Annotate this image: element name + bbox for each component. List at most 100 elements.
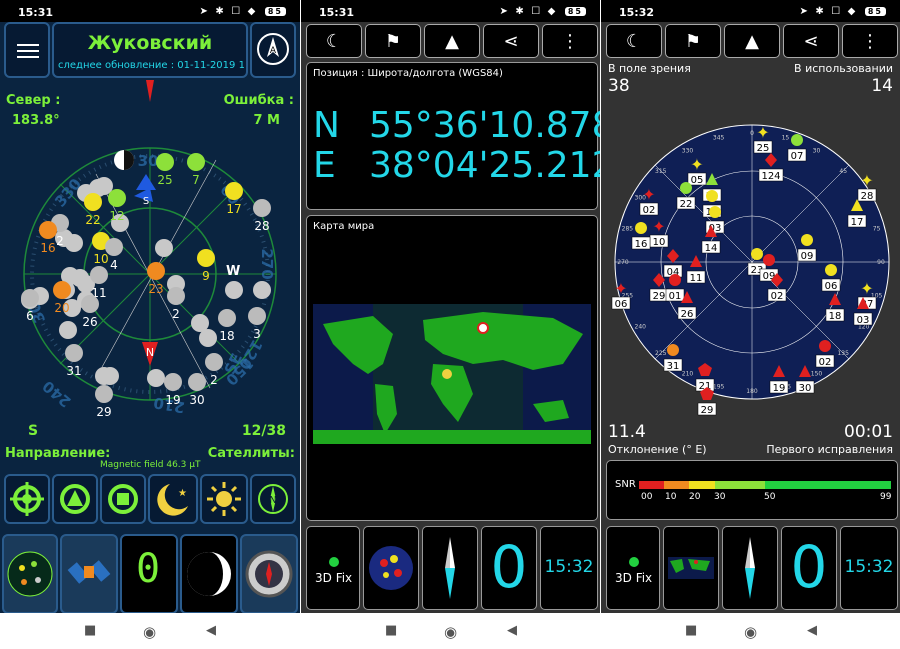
moon-stars-icon: ★ (157, 484, 188, 516)
person-button[interactable]: ⚑ (365, 24, 421, 58)
compass-mode-button[interactable]: A (250, 22, 296, 78)
mini-map-widget[interactable] (363, 526, 419, 610)
ttff-value: 00:01 (844, 422, 893, 442)
compass-needle-icon (445, 537, 455, 599)
satellite-dot (84, 193, 102, 211)
clock-widget[interactable]: 15:32 (840, 526, 898, 610)
satellite-label: 25 (157, 173, 172, 187)
ttff-label: Первого исправления (766, 443, 893, 456)
satellite-label: 2 (172, 307, 180, 321)
clock-widget[interactable]: 15:32 (540, 526, 598, 610)
mini-world-map-icon (668, 557, 714, 579)
satellite-dot (65, 344, 83, 362)
speed-value: 0 (490, 533, 528, 601)
compass-tick-label: 315 (655, 168, 667, 175)
menu-button[interactable] (4, 22, 50, 78)
recents-icon[interactable]: ■ (685, 623, 697, 638)
satellite-label: 14 (705, 243, 718, 254)
svg-text:A: A (270, 46, 277, 56)
compass-needle-widget[interactable] (422, 526, 478, 610)
ring-label: 240 (39, 377, 75, 411)
mini-skymap-icon (369, 546, 413, 590)
home-icon[interactable]: ◉ (444, 623, 457, 641)
widget-strip: 0 (0, 534, 300, 614)
square-target-button[interactable] (100, 474, 146, 524)
sun-button[interactable] (200, 474, 248, 524)
compass-tick-label: 195 (713, 384, 725, 391)
satellite-dot (147, 262, 165, 280)
satellite-widget[interactable] (60, 534, 118, 614)
phone-screen-1: 15:31 ➤ ✱ ☐ ◆ 85 Жуковский следнее обнов… (0, 0, 300, 649)
satellite-label: 29 (96, 405, 111, 418)
person-button[interactable]: ⚑ (665, 24, 721, 58)
satellite-dot (680, 182, 692, 194)
navigate-button[interactable]: ▲ (424, 24, 480, 58)
satellite-dot (225, 182, 243, 200)
snr-tick: 00 (641, 492, 653, 502)
sky-view-chart[interactable]: S N W 3033060270300240210150120SE 257221… (0, 78, 300, 418)
nav-bar: ■ ◉ ◀ (0, 613, 300, 649)
more-button[interactable]: ⋮ (542, 24, 598, 58)
home-icon[interactable]: ◉ (143, 623, 156, 641)
speed-widget[interactable]: 0 (781, 526, 837, 610)
night-mode-button[interactable]: ☾ (606, 24, 662, 58)
compass-widget[interactable] (240, 534, 298, 614)
satellite-dot (635, 222, 647, 234)
world-map-panel[interactable]: Карта мира (306, 215, 598, 521)
back-icon[interactable]: ◀ (206, 623, 216, 638)
satellite-dot (90, 266, 108, 284)
battery-icon: 85 (264, 7, 286, 16)
satellite-label: 16 (40, 241, 55, 255)
triangle-target-button[interactable] (52, 474, 98, 524)
back-icon[interactable]: ◀ (807, 623, 817, 638)
compass-tick-label: 345 (713, 134, 725, 141)
back-icon[interactable]: ◀ (507, 623, 517, 638)
lon-hemisphere: E (313, 145, 336, 186)
satellite-label: 06 (825, 281, 838, 292)
mini-map-widget[interactable] (663, 526, 719, 610)
satellite-label: 02 (819, 357, 832, 368)
satellite-dot (21, 289, 39, 307)
snr-tick: 30 (714, 492, 726, 502)
recents-icon[interactable]: ■ (84, 623, 96, 638)
direction-value: S (28, 423, 39, 439)
location-marker-icon (477, 322, 489, 334)
moon-phase-widget[interactable] (180, 534, 238, 614)
speed-widget[interactable]: 0 (120, 534, 178, 614)
sky-plot[interactable]: 0153045607590105120135150165180195210225… (601, 110, 900, 420)
satellite-dot (105, 238, 123, 256)
satellite-label: 01 (669, 291, 682, 302)
more-button[interactable]: ⋮ (842, 24, 898, 58)
share-button[interactable]: ⋖ (483, 24, 539, 58)
satellite-label: 25 (757, 143, 770, 154)
satellite-dot (667, 344, 679, 356)
navigation-arrow-icon: ▲ (745, 30, 759, 52)
satellite-label: 17 (226, 202, 241, 216)
satellite-dot (39, 221, 57, 239)
satellite-label: 22 (85, 213, 100, 227)
fix-widget[interactable]: 3D Fix (306, 526, 360, 610)
compass-button[interactable]: N (250, 474, 296, 524)
svg-text:★: ★ (178, 488, 187, 499)
home-icon[interactable]: ◉ (744, 623, 757, 641)
satellite-dot: ✦ (860, 279, 873, 298)
compass-needle-widget[interactable] (722, 526, 778, 610)
satellite-label: 7 (192, 173, 200, 187)
moon-night-button[interactable]: ★ (148, 474, 198, 524)
snr-tick: 99 (880, 492, 892, 502)
sun-position-icon (442, 369, 452, 379)
satellite-label: 16 (635, 239, 648, 250)
satellite-dot (164, 373, 182, 391)
mini-sky-widget[interactable] (2, 534, 58, 614)
location-header[interactable]: Жуковский следнее обновление : 01-11-201… (52, 22, 248, 78)
snr-scale-bar (639, 481, 891, 489)
navigate-button[interactable]: ▲ (724, 24, 780, 58)
target-button[interactable] (4, 474, 50, 524)
share-button[interactable]: ⋖ (783, 24, 839, 58)
fix-widget[interactable]: 3D Fix (606, 526, 660, 610)
mini-sky-icon (7, 551, 53, 597)
speed-widget[interactable]: 0 (481, 526, 537, 610)
recents-icon[interactable]: ■ (385, 623, 397, 638)
satellite-label: 26 (681, 309, 694, 320)
night-mode-button[interactable]: ☾ (306, 24, 362, 58)
